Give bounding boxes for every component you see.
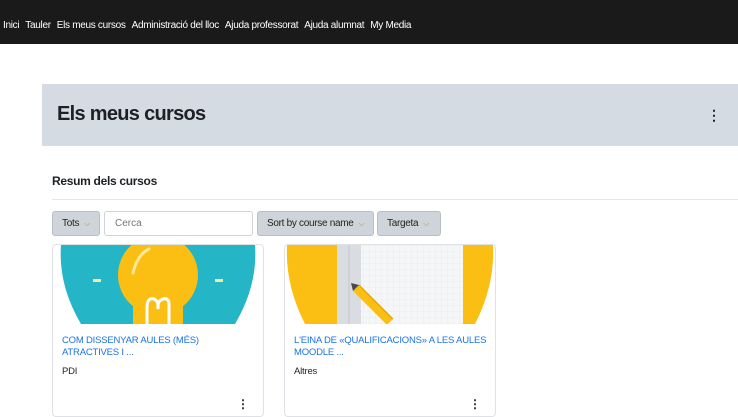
nav-item-els-meus-cursos[interactable]: Els meus cursos <box>56 0 126 46</box>
course-actions-kebab-icon[interactable]: ⋮ <box>469 398 481 410</box>
lightbulb-icon <box>53 245 263 324</box>
top-navigation: Inici Tauler Els meus cursos Administrac… <box>0 0 738 46</box>
course-card[interactable]: COM DISSENYAR AULES (MÉS) ATRACTIVES I .… <box>52 244 264 417</box>
sort-dropdown-label: Sort by course name <box>267 218 354 229</box>
page-title: Els meus cursos <box>57 103 206 125</box>
chevron-down-icon: ⌵ <box>84 218 90 228</box>
course-category: Altres <box>294 366 318 377</box>
page-actions-kebab-icon[interactable]: ⋮ <box>707 107 721 123</box>
course-category: PDI <box>62 366 78 377</box>
course-title-link[interactable]: COM DISSENYAR AULES (MÉS) ATRACTIVES I .… <box>62 335 257 359</box>
chevron-down-icon: ⌵ <box>423 218 430 228</box>
view-dropdown[interactable]: Targeta ⌵ <box>377 211 441 236</box>
view-dropdown-label: Targeta <box>387 218 419 229</box>
nav-item-my-media[interactable]: My Media <box>370 0 411 31</box>
course-overview-title: Resum dels cursos <box>52 174 157 188</box>
nav-item-tauler[interactable]: Tauler <box>25 0 51 31</box>
nav-item-inici[interactable]: Inici <box>3 0 20 31</box>
pencil-icon <box>285 245 495 324</box>
course-image[interactable] <box>53 245 263 324</box>
nav-item-ajuda-professorat[interactable]: Ajuda professorat <box>225 0 299 31</box>
course-image[interactable] <box>285 245 495 324</box>
course-card[interactable]: L'EINA DE «QUALIFICACIONS» A LES AULES M… <box>284 244 496 417</box>
chevron-down-icon: ⌵ <box>358 218 365 228</box>
course-title-link[interactable]: L'EINA DE «QUALIFICACIONS» A LES AULES M… <box>294 335 489 359</box>
nav-item-ajuda-alumnat[interactable]: Ajuda alumnat <box>304 0 364 31</box>
filter-dropdown[interactable]: Tots ⌵ <box>52 211 100 236</box>
page-header: Els meus cursos ⋮ <box>42 84 738 146</box>
section-divider <box>52 199 738 200</box>
sort-dropdown[interactable]: Sort by course name ⌵ <box>257 211 374 236</box>
search-input[interactable] <box>104 211 253 236</box>
course-actions-kebab-icon[interactable]: ⋮ <box>237 398 249 410</box>
nav-item-administracio[interactable]: Administració del lloc <box>132 0 220 31</box>
filter-dropdown-label: Tots <box>62 218 80 229</box>
